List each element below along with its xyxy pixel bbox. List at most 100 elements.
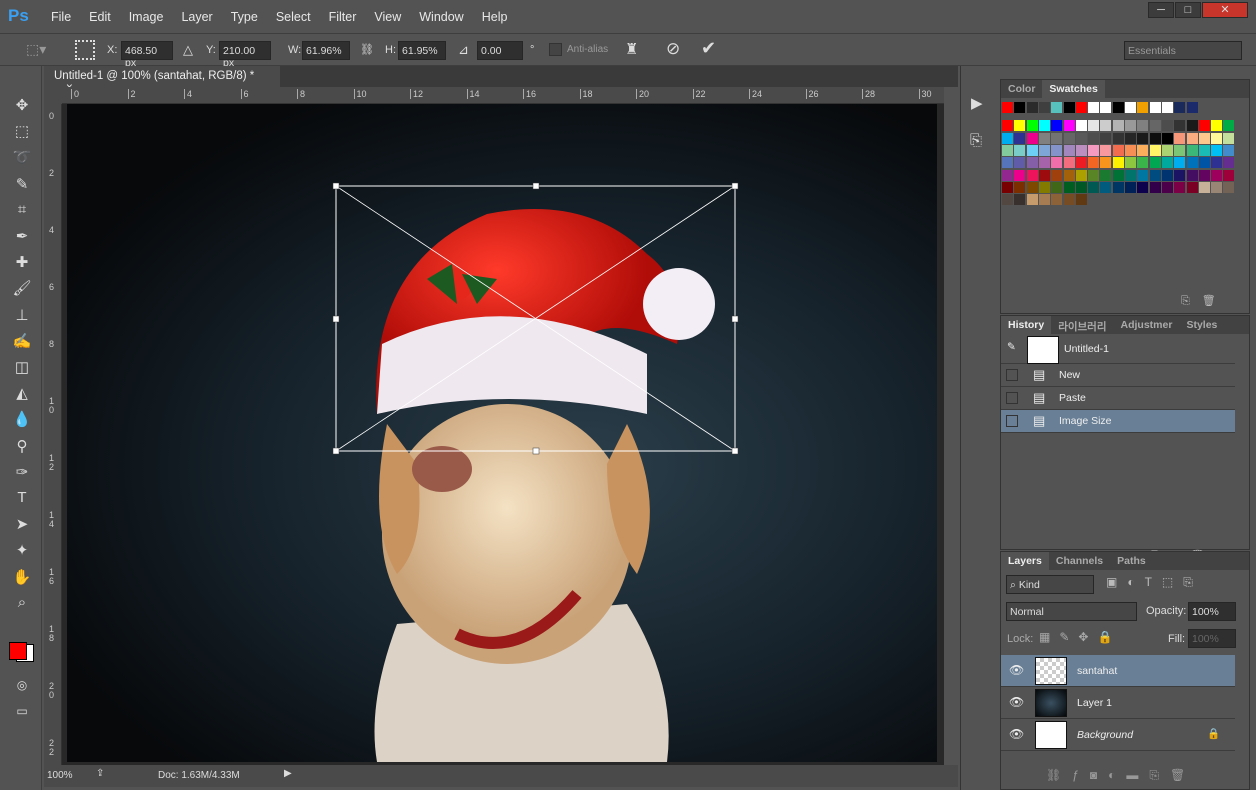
layer-filter-select[interactable]: ⌕ Kind — [1006, 575, 1094, 594]
color-swatch[interactable] — [1112, 144, 1124, 156]
color-swatch[interactable] — [1075, 144, 1087, 156]
menu-image[interactable]: Image — [120, 10, 173, 24]
color-swatch[interactable] — [1198, 144, 1210, 156]
color-swatch[interactable] — [1026, 169, 1038, 181]
maximize-button[interactable]: □ — [1175, 2, 1201, 18]
color-swatch[interactable] — [1002, 144, 1013, 156]
color-swatch[interactable] — [1125, 120, 1136, 132]
color-swatch[interactable] — [1125, 181, 1136, 193]
color-swatch[interactable] — [1223, 157, 1235, 169]
color-swatch[interactable] — [1161, 169, 1173, 181]
tab-swatches[interactable]: Swatches — [1042, 80, 1105, 98]
color-swatch[interactable] — [1051, 144, 1063, 156]
color-swatch[interactable] — [1174, 181, 1186, 193]
history-checkbox[interactable] — [1006, 392, 1018, 404]
color-swatch[interactable] — [1223, 181, 1235, 193]
color-swatch[interactable] — [1112, 102, 1124, 113]
color-swatch[interactable] — [1075, 157, 1087, 169]
color-swatch[interactable] — [1174, 157, 1186, 169]
color-swatch[interactable] — [1026, 144, 1038, 156]
color-swatch[interactable] — [1211, 120, 1223, 132]
color-swatch[interactable] — [1051, 169, 1063, 181]
opacity-field[interactable]: 100% — [1188, 602, 1236, 621]
color-swatch[interactable] — [1174, 144, 1186, 156]
y-field[interactable]: 210.00 px — [219, 41, 271, 69]
canvas-image[interactable] — [67, 104, 937, 762]
menu-window[interactable]: Window — [410, 10, 472, 24]
color-swatch[interactable] — [1198, 169, 1210, 181]
color-swatch[interactable] — [1075, 194, 1087, 206]
color-swatch[interactable] — [1038, 102, 1050, 113]
color-swatch[interactable] — [1075, 120, 1087, 132]
color-swatch[interactable] — [1161, 144, 1173, 156]
color-swatch[interactable] — [1149, 157, 1161, 169]
color-swatch[interactable] — [1026, 132, 1038, 144]
color-swatch[interactable] — [1014, 169, 1026, 181]
menu-view[interactable]: View — [365, 10, 410, 24]
color-swatch[interactable] — [1038, 194, 1050, 206]
stamp-tool-icon[interactable]: ⊥ — [10, 306, 34, 328]
color-swatch[interactable] — [1088, 181, 1100, 193]
color-swatch[interactable] — [1137, 181, 1149, 193]
color-swatch[interactable] — [1075, 181, 1087, 193]
color-swatch[interactable] — [1002, 157, 1013, 169]
color-swatch[interactable] — [1038, 120, 1050, 132]
color-swatch[interactable] — [1038, 132, 1050, 144]
color-swatch[interactable] — [1051, 132, 1063, 144]
tab-styles[interactable]: Styles — [1179, 316, 1224, 334]
properties-icon[interactable]: ⎘ — [970, 132, 982, 149]
color-swatch[interactable] — [1125, 144, 1136, 156]
layer-action-icons[interactable]: ⛓ƒ◙◐▬⎘🗑 — [1046, 768, 1196, 783]
color-swatch[interactable] — [1174, 102, 1186, 113]
color-swatch[interactable] — [1002, 181, 1013, 193]
color-swatch[interactable] — [1161, 157, 1173, 169]
eraser-tool-icon[interactable]: ◫ — [10, 358, 34, 380]
color-swatch[interactable] — [1161, 120, 1173, 132]
color-swatch[interactable] — [1125, 157, 1136, 169]
lock-icons[interactable]: ▦✎✥🔒 — [1039, 630, 1121, 644]
layer-row[interactable]: 👁 santahat — [1001, 655, 1235, 687]
color-swatch[interactable] — [1075, 102, 1087, 113]
color-swatch[interactable] — [1088, 144, 1100, 156]
color-swatch[interactable] — [1002, 169, 1013, 181]
color-swatch[interactable] — [1223, 144, 1235, 156]
color-swatch[interactable] — [1137, 102, 1149, 113]
color-swatch[interactable] — [1002, 102, 1013, 113]
color-swatch[interactable] — [1026, 194, 1038, 206]
history-brush-icon[interactable]: ✎ — [1007, 341, 1016, 353]
color-swatch[interactable] — [1198, 181, 1210, 193]
x-field[interactable]: 468.50 px — [121, 41, 173, 69]
tab-channels[interactable]: Channels — [1049, 552, 1110, 570]
swatch-actions-icons[interactable]: ⎘🗑 — [1181, 294, 1228, 308]
color-swatch[interactable] — [1211, 157, 1223, 169]
color-swatch[interactable] — [1223, 169, 1235, 181]
color-swatch[interactable] — [1112, 181, 1124, 193]
color-swatch[interactable] — [1137, 169, 1149, 181]
color-swatch[interactable] — [1051, 102, 1063, 113]
color-swatch[interactable] — [1161, 132, 1173, 144]
tab-paths[interactable]: Paths — [1110, 552, 1153, 570]
history-checkbox[interactable] — [1006, 415, 1018, 427]
color-swatch[interactable] — [1149, 120, 1161, 132]
color-swatch[interactable] — [1186, 169, 1198, 181]
blend-mode-select[interactable]: Normal — [1006, 602, 1137, 621]
eyedropper-tool-icon[interactable]: ✒ — [10, 227, 34, 249]
color-swatch[interactable] — [1223, 120, 1235, 132]
color-swatch[interactable] — [1137, 144, 1149, 156]
transform-tool-icon[interactable]: ⬚▾ — [26, 41, 46, 58]
color-swatch[interactable] — [1063, 181, 1075, 193]
workspace-select[interactable]: Essentials — [1124, 41, 1242, 60]
color-swatch[interactable] — [1137, 132, 1149, 144]
color-swatch[interactable] — [1088, 120, 1100, 132]
lasso-tool-icon[interactable]: ➰ — [10, 148, 34, 170]
relative-position-icon[interactable]: △ — [183, 42, 193, 58]
color-swatch[interactable] — [1002, 194, 1013, 206]
angle-field[interactable]: 0.00 — [477, 41, 523, 60]
healing-tool-icon[interactable]: ✚ — [10, 253, 34, 275]
color-swatch[interactable] — [1014, 120, 1026, 132]
color-swatch[interactable] — [1137, 157, 1149, 169]
fill-field[interactable]: 100% — [1188, 629, 1236, 648]
menu-type[interactable]: Type — [222, 10, 267, 24]
quick-select-tool-icon[interactable]: ✎ — [10, 175, 34, 197]
document-tab[interactable]: Untitled-1 @ 100% (santahat, RGB/8) * × — [44, 66, 280, 94]
